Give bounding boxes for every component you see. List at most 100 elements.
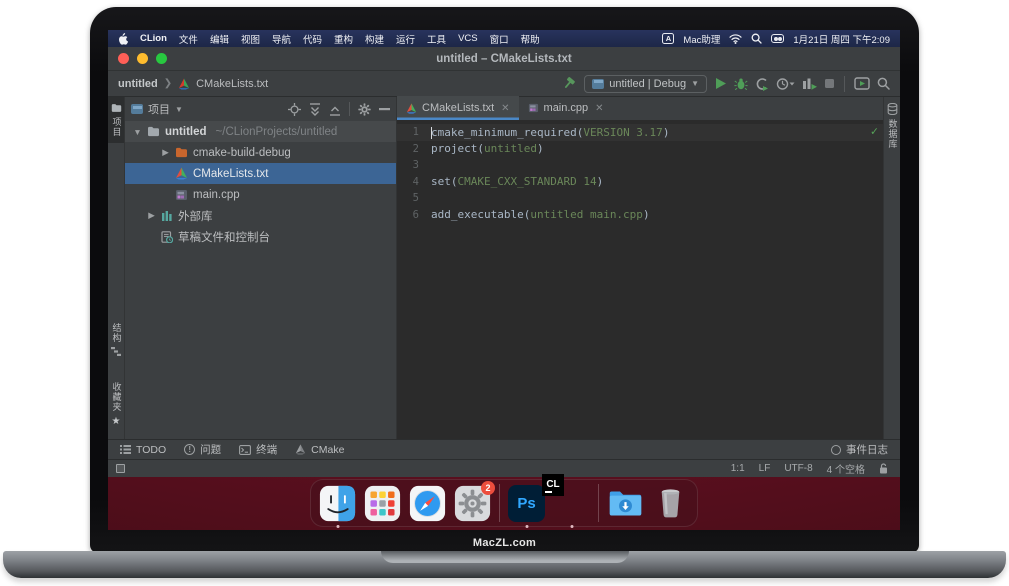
terminal-tool-button[interactable]: 终端 xyxy=(239,442,277,457)
tool-tab-database[interactable]: 数据库 xyxy=(884,97,900,155)
tool-tab-project-label: 项目 xyxy=(112,117,121,137)
dock-clion-icon[interactable]: CL xyxy=(553,485,590,522)
tool-window-switcher-icon[interactable] xyxy=(116,464,125,473)
tree-row-external-libs[interactable]: ▶ 外部库 xyxy=(125,205,396,226)
chevron-collapsed-icon[interactable]: ▶ xyxy=(161,147,170,158)
cmake-tool-button[interactable]: CMake xyxy=(295,444,344,456)
menu-item-run[interactable]: 运行 xyxy=(396,32,415,46)
profiler-button[interactable] xyxy=(755,77,769,91)
code-line[interactable]: 2 project(untitled) xyxy=(397,141,883,158)
locate-file-icon[interactable] xyxy=(288,103,301,116)
stop-button[interactable] xyxy=(824,78,835,89)
chevron-collapsed-icon[interactable]: ▶ xyxy=(147,210,156,221)
dock-safari-icon[interactable] xyxy=(409,485,446,522)
run-configuration-label: untitled | Debug xyxy=(609,78,686,90)
code-line[interactable]: 3 xyxy=(397,157,883,174)
menu-item-clion[interactable]: CLion xyxy=(140,33,167,44)
chevron-down-icon: ▼ xyxy=(691,79,699,88)
build-hammer-icon[interactable] xyxy=(562,76,577,91)
dock-downloads-folder-icon[interactable] xyxy=(607,485,644,522)
editor-tab-main-cpp[interactable]: main.cpp ✕ xyxy=(519,96,613,120)
minimize-window-button[interactable] xyxy=(137,53,148,64)
menu-item-edit[interactable]: 编辑 xyxy=(210,32,229,46)
breadcrumb-file[interactable]: CMakeLists.txt xyxy=(196,78,268,90)
menu-item-view[interactable]: 视图 xyxy=(241,32,260,46)
run-configuration-select[interactable]: untitled | Debug ▼ xyxy=(584,75,707,93)
encoding-indicator[interactable]: UTF-8 xyxy=(784,463,812,474)
debug-button[interactable] xyxy=(734,77,748,91)
breadcrumb: untitled ❯ CMakeLists.txt xyxy=(118,78,268,90)
tool-window-bar: TODO ! 问题 终端 CMake xyxy=(108,439,900,459)
folder-icon xyxy=(111,103,122,113)
code-line[interactable]: 5 xyxy=(397,190,883,207)
editor-tab-label: CMakeLists.txt xyxy=(422,102,494,114)
todo-tool-button[interactable]: TODO xyxy=(120,444,166,456)
search-everywhere-icon[interactable] xyxy=(877,77,890,90)
menu-item-refactor[interactable]: 重构 xyxy=(334,32,353,46)
dock-photoshop-icon[interactable]: Ps xyxy=(508,485,545,522)
close-tab-icon[interactable]: ✕ xyxy=(501,103,509,114)
window-titlebar[interactable]: untitled – CMakeLists.txt xyxy=(108,47,900,71)
dock: 2 Ps CL xyxy=(310,479,698,527)
tool-tab-project[interactable]: 项目 xyxy=(108,97,124,143)
cmake-file-icon xyxy=(406,103,417,114)
editor-tab-cmakelists[interactable]: CMakeLists.txt ✕ xyxy=(397,96,519,120)
menu-item-file[interactable]: 文件 xyxy=(179,32,198,46)
line-number: 1 xyxy=(397,126,431,138)
indent-indicator[interactable]: 4 个空格 xyxy=(827,461,865,476)
control-center-icon[interactable] xyxy=(771,34,784,43)
menu-item-build[interactable]: 构建 xyxy=(365,32,384,46)
inspections-ok-icon[interactable]: ✓ xyxy=(871,124,878,138)
collapse-all-icon[interactable] xyxy=(329,103,341,116)
dock-settings-icon[interactable]: 2 xyxy=(454,485,491,522)
wifi-icon[interactable] xyxy=(729,34,742,44)
dock-trash-icon[interactable] xyxy=(652,485,689,522)
tool-tab-favorites[interactable]: 收藏夹 ★ xyxy=(108,376,124,433)
tree-row-root[interactable]: ▼ untitled ~/CLionProjects/untitled xyxy=(125,121,396,142)
tree-row-scratches[interactable]: 草稿文件和控制台 xyxy=(125,226,396,247)
code-editor[interactable]: 1 cmake_minimum_required(VERSION 3.17) 2… xyxy=(397,121,883,439)
unlocked-padlock-icon[interactable] xyxy=(879,463,888,474)
breadcrumb-separator-icon: ❯ xyxy=(164,78,172,89)
code-line[interactable]: 6 add_executable(untitled main.cpp) xyxy=(397,207,883,224)
run-anything-icon[interactable] xyxy=(854,77,870,90)
assistant-menu[interactable]: Mac助理 xyxy=(683,32,720,46)
project-panel-title[interactable]: 项目 xyxy=(148,101,170,117)
tree-row-cmakelists[interactable]: CMakeLists.txt xyxy=(125,163,396,184)
spotlight-search-icon[interactable] xyxy=(751,33,762,44)
tool-tab-favorites-label: 收藏夹 xyxy=(112,382,121,412)
settings-gear-icon[interactable] xyxy=(358,103,371,116)
menu-item-code[interactable]: 代码 xyxy=(303,32,322,46)
chevron-down-icon[interactable]: ▼ xyxy=(175,105,183,114)
menu-item-help[interactable]: 帮助 xyxy=(521,32,540,46)
dock-launchpad-icon[interactable] xyxy=(364,485,401,522)
menu-item-tools[interactable]: 工具 xyxy=(427,32,446,46)
close-tab-icon[interactable]: ✕ xyxy=(595,103,603,114)
problems-tool-button[interactable]: ! 问题 xyxy=(184,442,221,457)
event-log-button[interactable]: 事件日志 xyxy=(831,442,888,457)
caret-position[interactable]: 1:1 xyxy=(731,463,745,474)
menu-item-vcs[interactable]: VCS xyxy=(458,33,478,44)
run-button[interactable] xyxy=(714,77,727,90)
project-tree: ▼ untitled ~/CLionProjects/untitled ▶ cm… xyxy=(125,121,396,247)
chevron-expanded-icon[interactable]: ▼ xyxy=(133,127,142,137)
attach-profiler-button[interactable] xyxy=(802,77,817,91)
assistant-badge-icon[interactable]: A xyxy=(662,33,674,44)
apple-menu-icon[interactable] xyxy=(118,33,128,45)
menu-item-window[interactable]: 窗口 xyxy=(490,32,509,46)
dock-finder-icon[interactable] xyxy=(319,485,356,522)
zoom-window-button[interactable] xyxy=(156,53,167,64)
code-line[interactable]: 1 cmake_minimum_required(VERSION 3.17) xyxy=(397,124,883,141)
code-line[interactable]: 4 set(CMAKE_CXX_STANDARD 14) xyxy=(397,174,883,191)
tree-row-build-dir[interactable]: ▶ cmake-build-debug xyxy=(125,142,396,163)
run-with-coverage-button[interactable] xyxy=(776,77,795,91)
line-ending-indicator[interactable]: LF xyxy=(759,463,771,474)
menubar-clock[interactable]: 1月21日 周四 下午2:09 xyxy=(793,32,890,46)
breadcrumb-project[interactable]: untitled xyxy=(118,78,158,90)
close-window-button[interactable] xyxy=(118,53,129,64)
tree-row-main-cpp[interactable]: main.cpp xyxy=(125,184,396,205)
expand-all-icon[interactable] xyxy=(309,103,321,116)
hide-panel-icon[interactable] xyxy=(379,108,390,111)
menu-item-navigate[interactable]: 导航 xyxy=(272,32,291,46)
tool-tab-structure[interactable]: 结构 xyxy=(108,317,124,362)
